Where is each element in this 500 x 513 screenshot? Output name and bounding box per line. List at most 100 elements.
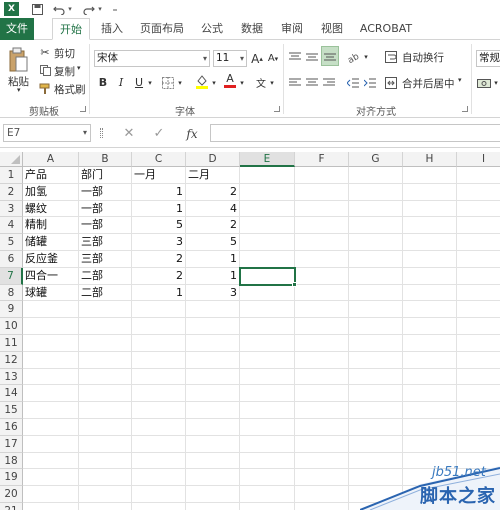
cell-a19[interactable]	[23, 469, 79, 487]
cell-f7[interactable]	[295, 267, 349, 285]
cell-f3[interactable]	[295, 200, 349, 218]
cell-a12[interactable]	[23, 351, 79, 369]
cell-i13[interactable]	[457, 369, 500, 386]
row-header-6[interactable]: 6	[0, 251, 23, 268]
cell-e20[interactable]	[240, 486, 295, 503]
cell-f10[interactable]	[295, 318, 349, 335]
cell-a15[interactable]	[23, 402, 79, 419]
cell-f1[interactable]	[295, 167, 349, 184]
row-header-16[interactable]: 16	[0, 419, 23, 436]
row-header-12[interactable]: 12	[0, 351, 23, 369]
cell-g6[interactable]	[349, 251, 403, 268]
cell-c15[interactable]	[132, 402, 186, 419]
borders-icon[interactable]	[160, 74, 176, 91]
cell-b14[interactable]	[79, 385, 132, 403]
row-header-19[interactable]: 19	[0, 469, 23, 487]
cell-d1[interactable]: 二月	[186, 167, 240, 184]
cell-f18[interactable]	[295, 452, 349, 470]
cell-a3[interactable]: 螺纹	[23, 200, 79, 218]
cell-a7[interactable]: 四合一	[23, 267, 79, 285]
cell-g1[interactable]	[349, 167, 403, 184]
cell-c3[interactable]: 1	[132, 200, 186, 218]
select-all-corner[interactable]	[0, 152, 23, 167]
cell-e9[interactable]	[240, 301, 295, 319]
formula-input[interactable]	[210, 124, 500, 142]
cell-a17[interactable]	[23, 435, 79, 453]
cell-f21[interactable]	[295, 503, 349, 510]
cancel-icon[interactable]: ✕	[120, 125, 138, 142]
column-header-f[interactable]: F	[295, 152, 349, 167]
cut-button[interactable]: 剪切	[54, 46, 75, 61]
merge-center-button[interactable]: 合并后居中	[402, 76, 455, 91]
redo-icon[interactable]	[82, 2, 96, 16]
cell-d4[interactable]: 2	[186, 217, 240, 235]
cell-c6[interactable]: 2	[132, 251, 186, 268]
column-header-e[interactable]: E	[240, 152, 295, 167]
row-header-7[interactable]: 7	[0, 267, 23, 285]
tab-page-layout[interactable]: 页面布局	[136, 18, 188, 40]
cell-b16[interactable]	[79, 419, 132, 436]
cell-h10[interactable]	[403, 318, 457, 335]
font-color-button[interactable]: A	[222, 72, 238, 89]
orientation-dropdown-icon[interactable]: ▾	[362, 48, 370, 65]
save-icon[interactable]	[30, 2, 44, 16]
cell-d19[interactable]	[186, 469, 240, 487]
cell-h9[interactable]	[403, 301, 457, 319]
cell-d20[interactable]	[186, 486, 240, 503]
cell-i5[interactable]	[457, 234, 500, 251]
paste-icon[interactable]	[6, 44, 30, 76]
row-header-17[interactable]: 17	[0, 435, 23, 453]
cell-e15[interactable]	[240, 402, 295, 419]
font-size-select[interactable]: 11 ▾	[213, 50, 247, 67]
enter-icon[interactable]: ✓	[150, 125, 168, 142]
cell-e19[interactable]	[240, 469, 295, 487]
cell-e3[interactable]	[240, 200, 295, 218]
cell-c10[interactable]	[132, 318, 186, 335]
row-header-11[interactable]: 11	[0, 335, 23, 352]
cell-d6[interactable]: 1	[186, 251, 240, 268]
cell-c8[interactable]: 1	[132, 284, 186, 302]
cell-c1[interactable]: 一月	[132, 167, 186, 184]
cell-i3[interactable]	[457, 201, 500, 218]
cell-f11[interactable]	[295, 335, 349, 352]
resize-handle-icon[interactable]	[100, 128, 103, 138]
column-header-c[interactable]: C	[132, 152, 186, 167]
wrap-text-button[interactable]: 自动换行	[402, 50, 444, 65]
cell-c21[interactable]	[132, 503, 186, 510]
cell-g11[interactable]	[349, 335, 403, 352]
cell-b2[interactable]: 一部	[79, 183, 132, 201]
cell-a9[interactable]	[23, 301, 79, 319]
cell-f9[interactable]	[295, 301, 349, 319]
cell-b18[interactable]	[79, 452, 132, 470]
cell-b12[interactable]	[79, 351, 132, 369]
cell-d5[interactable]: 5	[186, 234, 240, 251]
cell-g9[interactable]	[349, 301, 403, 319]
align-middle-icon[interactable]	[305, 48, 319, 65]
cell-h14[interactable]	[403, 385, 457, 403]
cell-d11[interactable]	[186, 335, 240, 352]
cell-c11[interactable]	[132, 335, 186, 352]
shrink-font-button[interactable]: A ▾	[266, 50, 280, 67]
row-header-2[interactable]: 2	[0, 183, 23, 201]
cell-c19[interactable]	[132, 469, 186, 487]
cell-h6[interactable]	[403, 251, 457, 268]
cell-d18[interactable]	[186, 452, 240, 470]
cell-c5[interactable]: 3	[132, 234, 186, 251]
tab-view[interactable]: 视图	[316, 18, 348, 40]
tab-review[interactable]: 审阅	[276, 18, 308, 40]
name-box[interactable]: E7 ▾	[3, 124, 91, 142]
cell-c7[interactable]: 2	[132, 267, 186, 285]
cell-i4[interactable]	[457, 217, 500, 235]
cell-b6[interactable]: 三部	[79, 251, 132, 268]
align-left-icon[interactable]	[288, 74, 302, 91]
format-painter-button[interactable]: 格式刷	[54, 82, 86, 97]
cell-i6[interactable]	[457, 251, 500, 268]
font-launcher-icon[interactable]	[274, 106, 280, 112]
cell-a10[interactable]	[23, 318, 79, 335]
cell-i12[interactable]	[457, 352, 500, 369]
cell-h1[interactable]	[403, 167, 457, 184]
cell-i16[interactable]	[457, 419, 500, 436]
fill-color-icon[interactable]	[194, 72, 210, 89]
cell-d12[interactable]	[186, 351, 240, 369]
cell-f17[interactable]	[295, 435, 349, 453]
